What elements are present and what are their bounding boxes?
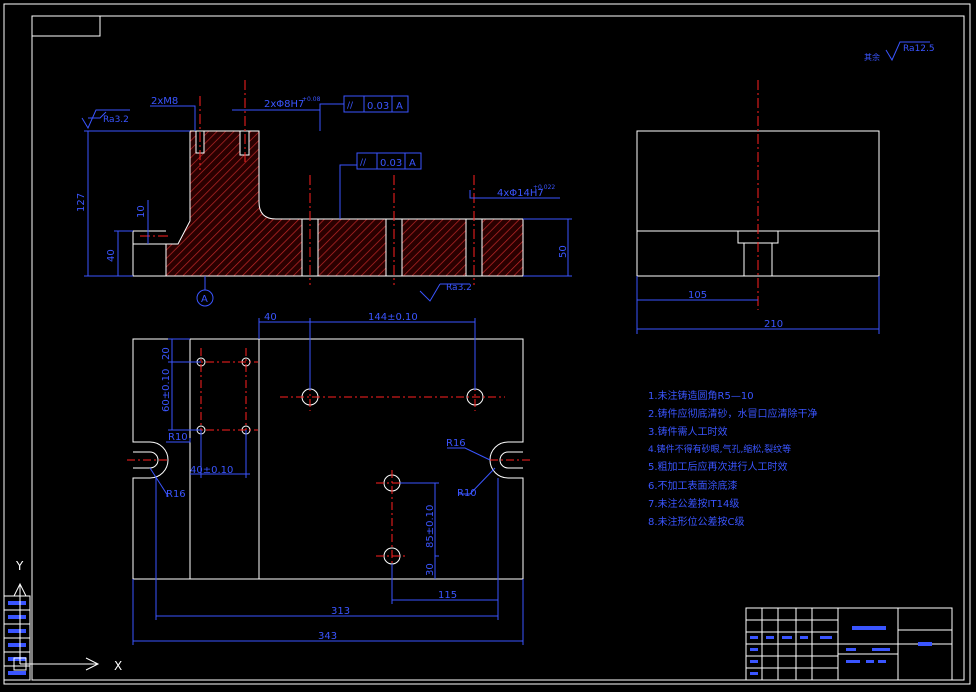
axis-y-label: Y <box>15 559 24 573</box>
dim-plan-60: 60±0.10 <box>161 369 172 412</box>
note-1: 1.未注铸造圆角R5—10 <box>648 389 754 402</box>
drawing-frame <box>3 3 971 685</box>
radius-left-r16: R16 <box>166 489 186 500</box>
datum-a-label: A <box>201 294 208 305</box>
dim-step-10: 10 <box>136 205 147 218</box>
note-2: 2.铸件应彻底清砂，水冒口应清除干净 <box>648 407 818 420</box>
dim-plan-313: 313 <box>331 606 350 617</box>
dim-pin-holes: 2xΦ8H7 <box>264 99 304 110</box>
note-4: 4.铸件不得有砂眼,气孔,缩松,裂纹等 <box>648 443 791 455</box>
note-6: 6.不加工表面涂底漆 <box>648 479 738 492</box>
dim-plan-40-tol: 40±0.10 <box>190 465 233 476</box>
dim-side-210: 210 <box>764 319 783 330</box>
plan-centerlines <box>127 348 530 570</box>
dim-plan-20: 20 <box>161 347 172 360</box>
dim-right-50: 50 <box>558 245 569 258</box>
note-8: 8.未注形位公差按C级 <box>648 515 745 528</box>
roughness-general-prefix: 其余 <box>864 52 880 62</box>
dim-plan-40: 40 <box>264 312 277 323</box>
tol-frame2-symbol: // <box>360 158 367 168</box>
dim-plan-144: 144±0.10 <box>368 312 418 323</box>
roughness-general-value: Ra12.5 <box>903 44 935 54</box>
note-5: 5.粗加工后应再次进行人工时效 <box>648 460 788 473</box>
plan-dim-lines <box>132 318 524 645</box>
tol-frame2-datum: A <box>409 158 416 169</box>
note-7: 7.未注公差按IT14级 <box>648 497 739 510</box>
dim-side-105: 105 <box>688 290 707 301</box>
dim-step-40: 40 <box>106 249 117 262</box>
tol-frame2-value: 0.03 <box>380 158 402 169</box>
radius-right-r10: R10 <box>457 488 477 499</box>
general-roughness: 其余 Ra12.5 <box>864 41 935 62</box>
roughness-bottom-label: Ra3.2 <box>446 283 472 293</box>
section-view: Ra3.2 Ra3.2 // 0.03 A // 0.03 A 2xM8 2xΦ… <box>76 80 572 307</box>
dim-plan-115: 115 <box>438 590 457 601</box>
dim-plan-30: 30 <box>425 563 436 576</box>
dim-plan-85: 85±0.10 <box>425 505 436 548</box>
side-view: 105 210 <box>636 80 880 334</box>
radius-left-r10: R10 <box>168 432 188 443</box>
technical-notes: 1.未注铸造圆角R5—10 2.铸件应彻底清砂，水冒口应清除干净 3.铸件需人工… <box>648 389 818 528</box>
axis-x-label: X <box>114 659 122 673</box>
dim-holes-tolerance: +0.022 <box>533 184 555 191</box>
dim-thread-small: 2xM8 <box>151 96 178 107</box>
dim-pin-tolerance: +0.08 <box>302 96 321 103</box>
cad-drawing: Ra3.2 Ra3.2 // 0.03 A // 0.03 A 2xM8 2xΦ… <box>3 3 971 685</box>
dim-plan-343: 343 <box>318 631 337 642</box>
roughness-top-label: Ra3.2 <box>103 115 129 125</box>
tol-frame1-symbol: // <box>347 101 354 111</box>
ucs-icon <box>13 582 100 671</box>
radius-right-r16: R16 <box>446 438 466 449</box>
note-3: 3.铸件需人工时效 <box>648 425 728 438</box>
plan-view: 40 144±0.10 60±0.10 20 40±0.10 R10 R16 R… <box>127 312 530 645</box>
tol-frame1-datum: A <box>396 101 403 112</box>
tol-frame1-value: 0.03 <box>367 101 389 112</box>
dim-total-height: 127 <box>76 193 87 212</box>
drawing-canvas[interactable]: Ra3.2 Ra3.2 // 0.03 A // 0.03 A 2xM8 2xΦ… <box>0 0 976 688</box>
